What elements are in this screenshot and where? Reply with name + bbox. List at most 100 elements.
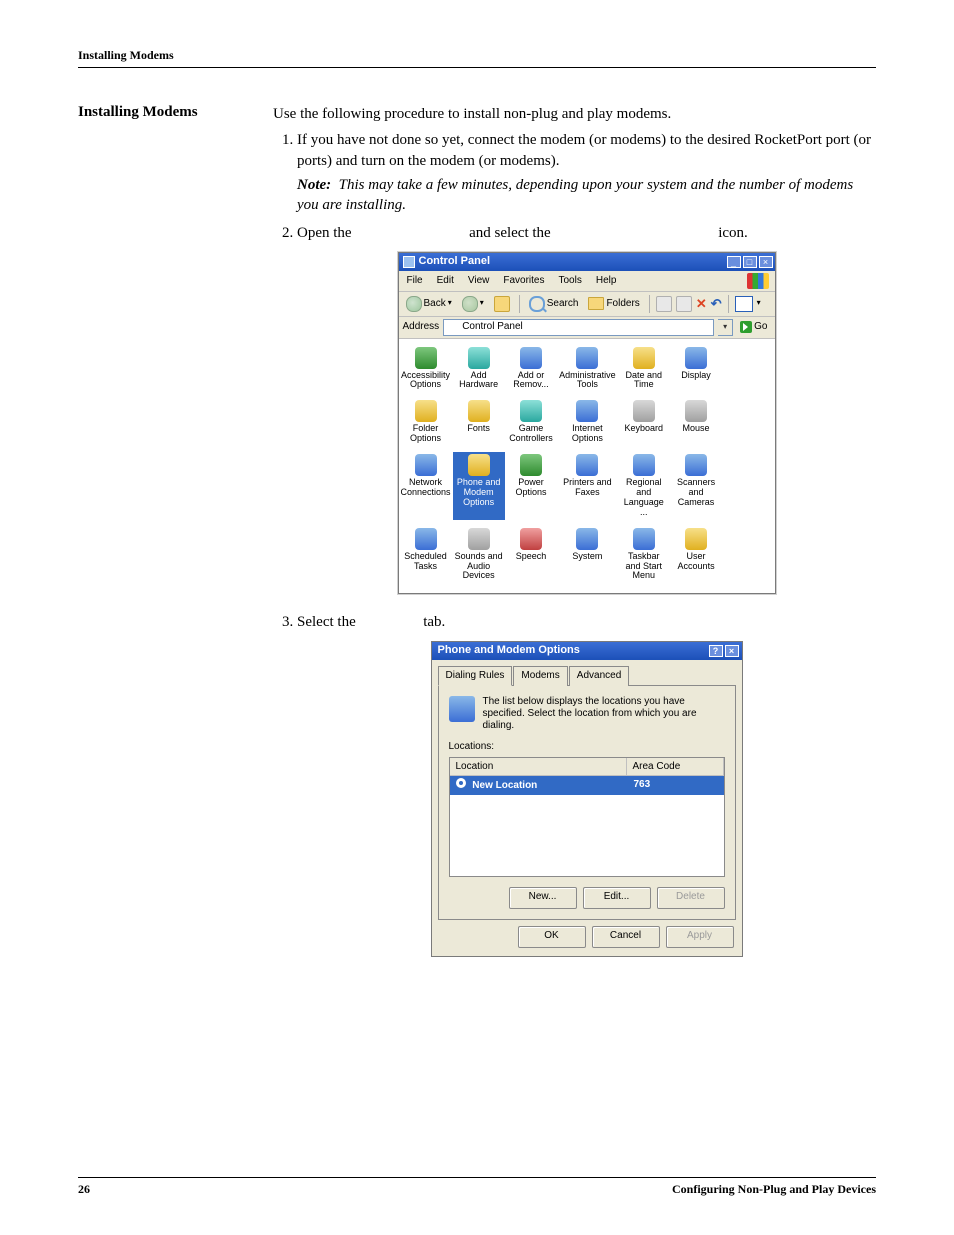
back-button[interactable]: Back ▾ xyxy=(403,295,455,313)
undo-icon[interactable]: ↶ xyxy=(711,297,722,310)
up-button[interactable] xyxy=(491,295,513,313)
cp-item[interactable]: Scanners and Cameras xyxy=(670,452,722,520)
minimize-button[interactable]: _ xyxy=(727,256,741,268)
section-heading: Installing Modems xyxy=(78,104,273,121)
step-3-b: tab. xyxy=(423,614,445,630)
separator xyxy=(649,295,650,313)
window-titlebar[interactable]: Control Panel _ □ × xyxy=(399,253,775,271)
apply-button[interactable]: Apply xyxy=(666,926,734,948)
cancel-button[interactable]: Cancel xyxy=(592,926,660,948)
intro-text: Use the following procedure to install n… xyxy=(273,104,876,124)
back-arrow-icon xyxy=(406,296,422,312)
cp-item[interactable]: Phone and Modem Options xyxy=(453,452,505,520)
menu-help[interactable]: Help xyxy=(594,273,619,289)
column-area-code[interactable]: Area Code xyxy=(627,758,724,776)
dropdown-icon[interactable]: ▾ xyxy=(757,298,761,309)
location-row[interactable]: New Location 763 xyxy=(450,776,724,795)
cp-item[interactable]: Scheduled Tasks xyxy=(399,526,453,584)
cp-item-icon xyxy=(415,347,437,369)
icon-grid: Accessibility OptionsAdd HardwareAdd or … xyxy=(399,345,775,584)
note-label: Note: xyxy=(297,177,331,193)
cp-item-icon xyxy=(633,454,655,476)
cp-item-label: Taskbar and Start Menu xyxy=(619,552,669,582)
cp-item-label: User Accounts xyxy=(671,552,721,572)
cp-item[interactable]: Game Controllers xyxy=(505,398,557,446)
step-3: Select the tab. Phone and Modem Options … xyxy=(297,612,876,956)
cp-item[interactable]: Add Hardware xyxy=(453,345,505,393)
address-input[interactable]: Control Panel xyxy=(443,319,714,336)
address-label: Address xyxy=(403,320,440,334)
cp-item[interactable]: Sounds and Audio Devices xyxy=(453,526,505,584)
cp-item[interactable]: Internet Options xyxy=(557,398,618,446)
app-icon xyxy=(403,256,415,268)
edit-button[interactable]: Edit... xyxy=(583,887,651,909)
cp-item-label: Printers and Faxes xyxy=(558,478,617,498)
cp-item[interactable]: Display xyxy=(670,345,722,393)
tab-modems[interactable]: Modems xyxy=(513,666,567,687)
cp-item[interactable]: Folder Options xyxy=(399,398,453,446)
note-body: This may take a few minutes, depending u… xyxy=(297,177,853,213)
cp-item-label: Network Connections xyxy=(400,478,452,498)
go-button[interactable]: Go xyxy=(737,320,770,334)
close-button[interactable]: × xyxy=(759,256,773,268)
cp-item[interactable]: Administrative Tools xyxy=(557,345,618,393)
cp-item[interactable]: Accessibility Options xyxy=(399,345,453,393)
cp-item-icon xyxy=(576,347,598,369)
control-panel-icon xyxy=(447,322,458,333)
go-label: Go xyxy=(754,320,767,334)
help-button[interactable]: ? xyxy=(709,645,723,657)
folders-label: Folders xyxy=(606,297,639,311)
search-label: Search xyxy=(547,297,579,311)
cp-item-label: Keyboard xyxy=(619,424,669,434)
search-button[interactable]: Search xyxy=(526,295,582,313)
forward-button[interactable]: ▾ xyxy=(459,295,487,313)
move-to-icon[interactable] xyxy=(656,296,672,312)
cp-item-label: Add Hardware xyxy=(454,371,504,391)
cp-item[interactable]: Add or Remov... xyxy=(505,345,557,393)
cp-item-icon xyxy=(468,454,490,476)
cp-item[interactable]: Regional and Language ... xyxy=(618,452,670,520)
locations-list[interactable]: Location Area Code New Location 763 xyxy=(449,757,725,877)
menu-edit[interactable]: Edit xyxy=(435,273,456,289)
menu-view[interactable]: View xyxy=(466,273,492,289)
cp-item[interactable]: User Accounts xyxy=(670,526,722,584)
tab-advanced[interactable]: Advanced xyxy=(569,666,629,687)
dialog-titlebar[interactable]: Phone and Modem Options ? × xyxy=(432,642,742,660)
dropdown-icon[interactable]: ▾ xyxy=(448,298,452,309)
cp-item[interactable]: Speech xyxy=(505,526,557,584)
cp-item[interactable]: Network Connections xyxy=(399,452,453,520)
cp-item[interactable]: System xyxy=(557,526,618,584)
maximize-button[interactable]: □ xyxy=(743,256,757,268)
menu-tools[interactable]: Tools xyxy=(556,273,583,289)
cp-item[interactable]: Keyboard xyxy=(618,398,670,446)
cp-item[interactable]: Printers and Faxes xyxy=(557,452,618,520)
folders-button[interactable]: Folders xyxy=(585,296,642,312)
cp-item-icon xyxy=(685,347,707,369)
running-head: Installing Modems xyxy=(78,48,876,68)
cp-item-icon xyxy=(685,528,707,550)
cp-item[interactable]: Fonts xyxy=(453,398,505,446)
address-dropdown[interactable]: ▾ xyxy=(718,319,733,336)
cp-item[interactable]: Mouse xyxy=(670,398,722,446)
ok-button[interactable]: OK xyxy=(518,926,586,948)
views-icon[interactable] xyxy=(735,296,753,312)
cp-item-label: Regional and Language ... xyxy=(619,478,669,518)
column-location[interactable]: Location xyxy=(450,758,627,776)
delete-button[interactable]: Delete xyxy=(657,887,725,909)
dropdown-icon[interactable]: ▾ xyxy=(480,298,484,309)
step-2-b: and select the xyxy=(469,225,551,241)
menu-file[interactable]: File xyxy=(405,273,425,289)
cp-item[interactable]: Date and Time xyxy=(618,345,670,393)
cp-item-label: Internet Options xyxy=(558,424,617,444)
cp-item[interactable]: Power Options xyxy=(505,452,557,520)
close-button[interactable]: × xyxy=(725,645,739,657)
tab-dialing-rules[interactable]: Dialing Rules xyxy=(438,666,513,687)
cp-item-icon xyxy=(685,454,707,476)
cp-item-label: Mouse xyxy=(671,424,721,434)
delete-icon[interactable]: ✕ xyxy=(696,297,707,310)
copy-to-icon[interactable] xyxy=(676,296,692,312)
cp-item[interactable]: Taskbar and Start Menu xyxy=(618,526,670,584)
menubar[interactable]: File Edit View Favorites Tools Help xyxy=(399,271,775,292)
menu-favorites[interactable]: Favorites xyxy=(501,273,546,289)
new-button[interactable]: New... xyxy=(509,887,577,909)
